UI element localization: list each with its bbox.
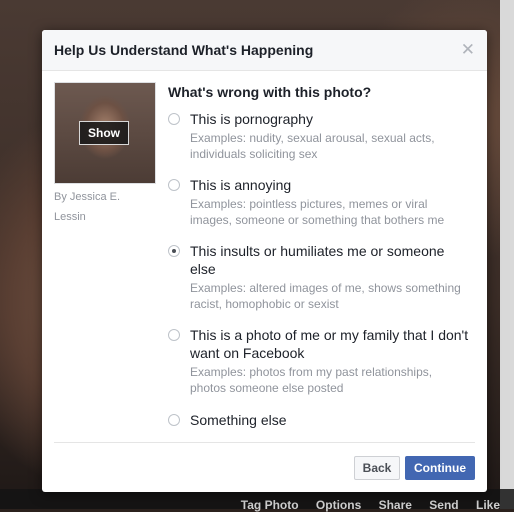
report-photo-dialog: Help Us Understand What's Happening ✕ Sh… [42, 30, 487, 492]
option-label[interactable]: This is a photo of me or my family that … [190, 326, 470, 362]
back-button[interactable]: Back [354, 456, 400, 480]
radio-button[interactable] [168, 329, 180, 341]
background-page-edge [500, 0, 514, 509]
options-link[interactable]: Options [316, 498, 361, 512]
dialog-title: Help Us Understand What's Happening [54, 42, 314, 58]
question-heading: What's wrong with this photo? [168, 84, 372, 100]
option-description: Examples: pointless pictures, memes or v… [190, 197, 445, 227]
send-link[interactable]: Send [429, 498, 458, 512]
option-description: Examples: altered images of me, shows so… [190, 281, 461, 311]
close-icon[interactable]: ✕ [461, 40, 475, 60]
photo-thumbnail: Show [54, 82, 156, 184]
photo-byline: By Jessica E. Lessin [54, 191, 121, 223]
photo-action-bar: Tag Photo Options Share Send Like [0, 489, 514, 512]
option-label[interactable]: This insults or humiliates me or someone… [190, 242, 470, 278]
radio-button[interactable] [168, 414, 180, 426]
like-link[interactable]: Like [476, 498, 500, 512]
tag-photo-link[interactable]: Tag Photo [241, 498, 299, 512]
option-label[interactable]: This is pornography [190, 110, 470, 128]
footer-divider [54, 442, 475, 443]
radio-button[interactable] [168, 179, 180, 191]
option-description: Examples: nudity, sexual arousal, sexual… [190, 131, 435, 161]
show-button[interactable]: Show [79, 121, 129, 145]
radio-button[interactable] [168, 113, 180, 125]
option-label[interactable]: Something else [190, 411, 470, 429]
continue-button[interactable]: Continue [405, 456, 475, 480]
option-label[interactable]: This is annoying [190, 176, 470, 194]
dialog-header: Help Us Understand What's Happening ✕ [42, 30, 487, 71]
option-description: Examples: photos from my past relationsh… [190, 365, 433, 395]
radio-button-selected[interactable] [168, 245, 180, 257]
share-link[interactable]: Share [379, 498, 412, 512]
